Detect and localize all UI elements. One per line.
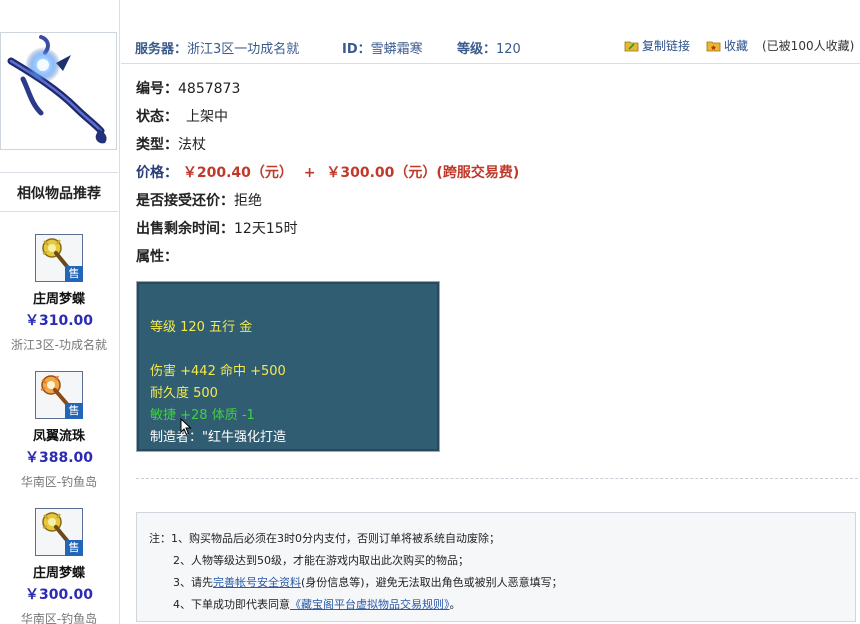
- note-2: 2、人物等级达到50级，才能在游戏内取出此次购买的物品；: [173, 554, 469, 567]
- attr-level-element: 等级 120 五行 金: [150, 320, 253, 335]
- bargain-value: 拒绝: [234, 193, 262, 209]
- staff-icon: 售: [35, 234, 83, 282]
- bargain-label: 是否接受还价：: [136, 193, 234, 209]
- attr-damage-hit: 伤害 +442 命中 +500: [150, 364, 286, 379]
- price-value: ￥200.40（元）: [182, 165, 293, 181]
- folder-icon: [624, 39, 639, 52]
- item-number-row: 编号：4857873: [136, 78, 240, 98]
- mouse-cursor-icon: [180, 418, 192, 436]
- copy-link-button[interactable]: 复制链接: [624, 37, 690, 54]
- similar-items-title: 相似物品推荐: [0, 172, 118, 212]
- left-column: 相似物品推荐 售 庄周梦蝶 ￥310.00 浙江3区-功成名就 售 凤翼流珠 ￥…: [0, 0, 120, 624]
- attributes-label-row: 属性：: [136, 246, 178, 266]
- server-label: 服务器：: [135, 42, 188, 57]
- bargain-row: 是否接受还价：拒绝: [136, 190, 262, 210]
- similar-item-server: 浙江3区-功成名就: [11, 338, 107, 352]
- account-security-link[interactable]: 完善帐号安全资料: [213, 576, 301, 589]
- similar-item-name[interactable]: 庄周梦蝶: [0, 562, 118, 581]
- seller-id-info: ID：雪蟒霜寒: [342, 38, 423, 57]
- level-info: 等级：120: [457, 38, 521, 57]
- type-label: 类型：: [136, 137, 178, 153]
- similar-item-server: 华南区-钓鱼岛: [20, 612, 98, 624]
- note-4-post: 。: [449, 598, 461, 611]
- status-label: 状态：: [136, 109, 178, 125]
- similar-item-name[interactable]: 庄周梦蝶: [0, 288, 118, 307]
- sale-badge: 售: [65, 540, 83, 556]
- collect-count: (已被100人收藏): [762, 39, 855, 53]
- cross-server-fee: ￥300.00（元）(跨服交易费): [326, 165, 520, 181]
- number-value: 4857873: [178, 81, 241, 97]
- item-status-row: 状态： 上架中: [136, 106, 228, 126]
- sale-badge: 售: [65, 266, 83, 282]
- price-plus: +: [303, 165, 316, 181]
- item-price-row: 价格： ￥200.40（元） + ￥300.00（元）(跨服交易费): [136, 162, 519, 182]
- similar-item-price: ￥300.00: [24, 587, 94, 603]
- staff-icon: 售: [35, 508, 83, 556]
- folder-icon: [706, 39, 721, 52]
- server-info: 服务器：浙江3区一功成名就: [135, 38, 299, 57]
- id-label: ID：: [342, 42, 371, 57]
- trade-rules-link[interactable]: 《藏宝阁平台虚拟物品交易规则》: [290, 598, 450, 611]
- divider: [136, 478, 858, 479]
- similar-item-price: ￥388.00: [24, 450, 94, 466]
- attr-maker: 制造者："红牛强化打造: [150, 430, 286, 445]
- similar-item-2[interactable]: 售 凤翼流珠 ￥388.00 华南区-钓鱼岛: [0, 371, 118, 490]
- status-value: 上架中: [186, 109, 228, 125]
- attributes-label: 属性：: [136, 249, 178, 265]
- number-label: 编号：: [136, 81, 178, 97]
- item-header-bar: 服务器：浙江3区一功成名就 ID：雪蟒霜寒 等级：120 复制链接 收藏 (已被…: [121, 30, 860, 64]
- similar-item-price: ￥310.00: [24, 313, 94, 329]
- note-4-pre: 4、下单成功即代表同意: [173, 598, 290, 611]
- item-main-image[interactable]: [0, 32, 117, 150]
- note-1: 注：1、购买物品后必须在3时0分内支付，否则订单将被系统自动废除；: [149, 532, 500, 545]
- note-4: 4、下单成功即代表同意《藏宝阁平台虚拟物品交易规则》。: [173, 596, 461, 612]
- remaining-time-row: 出售剩余时间：12天15时: [136, 218, 298, 238]
- note-3-post: (身份信息等)，避免无法取出角色或被别人恶意填写；: [301, 576, 563, 589]
- price-label: 价格：: [136, 165, 178, 181]
- server-value: 浙江3区一功成名就: [187, 42, 300, 57]
- similar-item-server: 华南区-钓鱼岛: [20, 475, 98, 489]
- similar-item-1[interactable]: 售 庄周梦蝶 ￥310.00 浙江3区-功成名就: [0, 234, 118, 353]
- attr-agility-constitution: 敏捷 +28 体质 -1: [150, 408, 255, 423]
- attr-durability: 耐久度 500: [150, 386, 218, 401]
- id-value: 雪蟒霜寒: [370, 42, 423, 57]
- collect-label: 收藏: [724, 39, 749, 53]
- time-value: 12天15时: [234, 221, 298, 237]
- staff-image: [7, 35, 107, 144]
- similar-item-name[interactable]: 凤翼流珠: [0, 425, 118, 444]
- time-label: 出售剩余时间：: [136, 221, 234, 237]
- level-value: 120: [496, 42, 521, 57]
- level-label: 等级：: [457, 42, 497, 57]
- staff-icon: 售: [35, 371, 83, 419]
- collect-button[interactable]: 收藏: [706, 37, 748, 54]
- similar-item-3[interactable]: 售 庄周梦蝶 ￥300.00 华南区-钓鱼岛: [0, 508, 118, 624]
- sale-badge: 售: [65, 403, 83, 419]
- item-type-row: 类型：法杖: [136, 134, 206, 154]
- note-3-pre: 3、请先: [173, 576, 213, 589]
- purchase-notes: 注：1、购买物品后必须在3时0分内支付，否则订单将被系统自动废除； 2、人物等级…: [136, 512, 856, 622]
- copy-link-label: 复制链接: [642, 39, 691, 53]
- note-3: 3、请先完善帐号安全资料(身份信息等)，避免无法取出角色或被别人恶意填写；: [173, 574, 563, 590]
- type-value: 法杖: [178, 137, 206, 153]
